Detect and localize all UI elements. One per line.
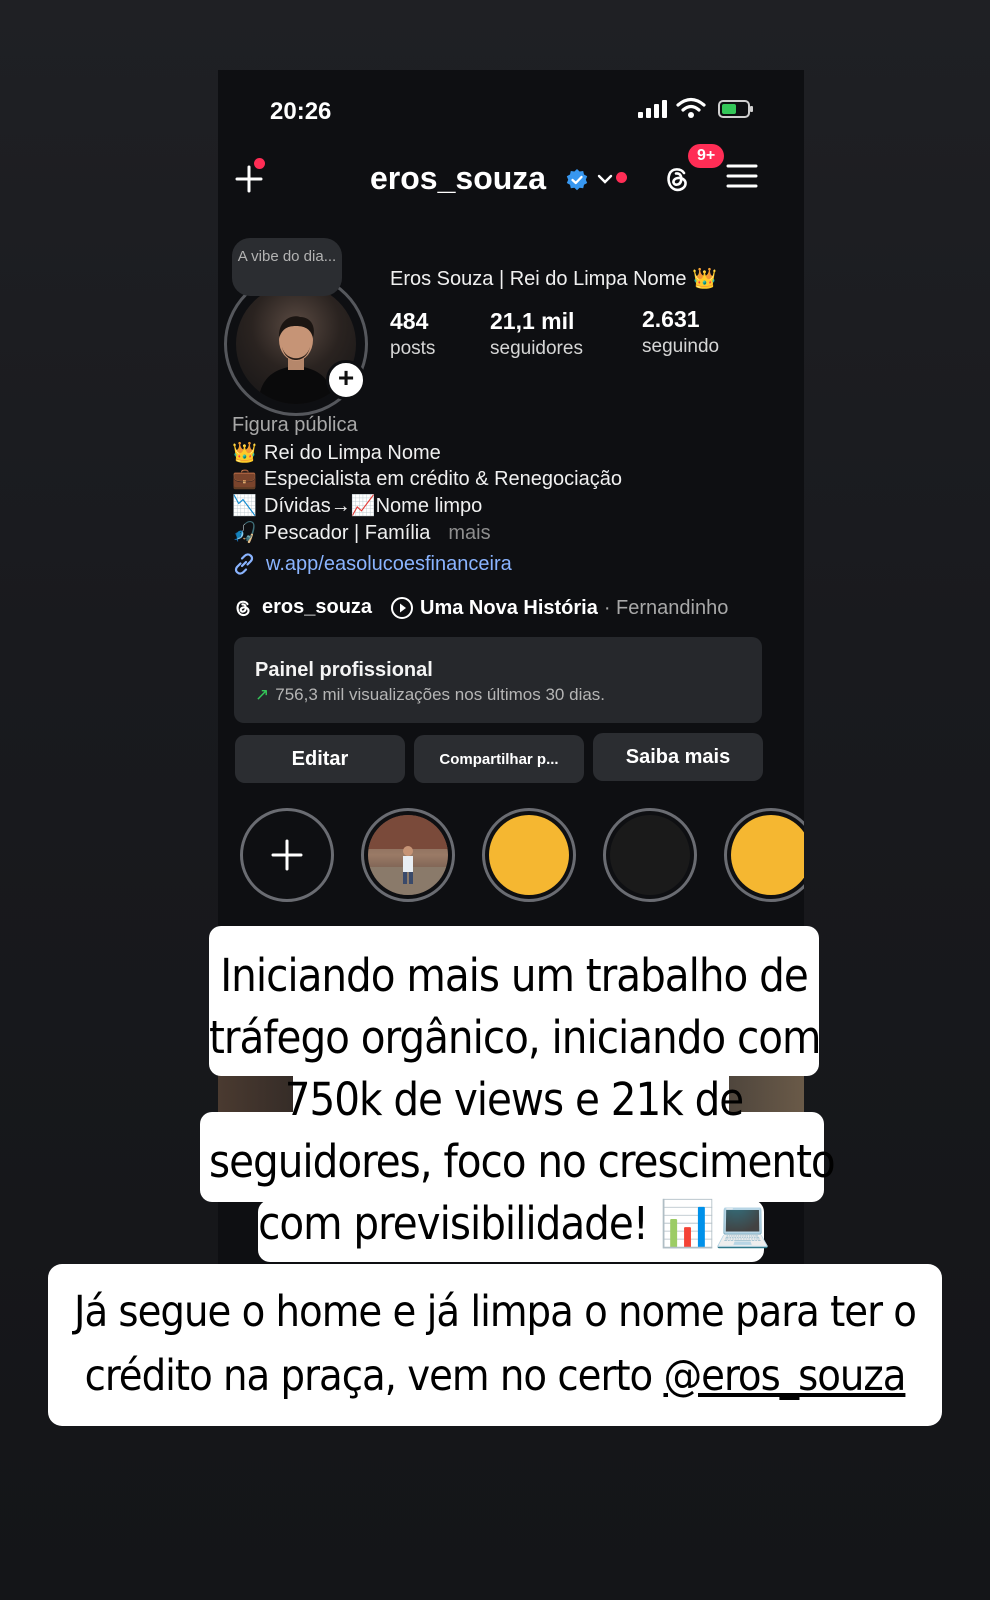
bio-text-1: Rei do Limpa Nome: [264, 442, 441, 464]
plus-icon: [271, 839, 303, 871]
bio-text-3: Dívidas→📈Nome limpo: [264, 495, 483, 517]
stat-followers[interactable]: 21,1 mil seguidores: [490, 308, 583, 360]
edit-profile-button[interactable]: Editar: [235, 735, 405, 783]
profile-music[interactable]: Uma Nova História · Fernandinho: [390, 596, 728, 620]
create-notification-dot: [254, 158, 265, 169]
panel-subtitle: ↗ 756,3 mil visualizações nos últimos 30 …: [255, 685, 605, 705]
link-icon: [234, 553, 254, 575]
wifi-icon: [676, 97, 706, 118]
bio-more-link[interactable]: mais: [448, 522, 490, 544]
add-story-plus-icon[interactable]: +: [326, 360, 366, 400]
threads-profile-link[interactable]: eros_souza: [232, 596, 372, 619]
hamburger-menu-icon[interactable]: [726, 162, 758, 190]
bio-line-1: 👑 Rei do Limpa Nome: [232, 440, 441, 465]
learn-more-button[interactable]: Saiba mais: [593, 733, 763, 781]
caption-second-box: Já segue o home e já limpa o nome para t…: [48, 1264, 942, 1426]
song-title: Uma Nova História: [420, 596, 598, 619]
stat-following-value: 2.631: [642, 306, 700, 332]
bio-line-3: 📉 Dívidas→📈Nome limpo: [232, 493, 482, 518]
fishing-icon: 🎣: [232, 522, 257, 544]
stat-posts[interactable]: 484 posts: [390, 308, 435, 360]
chart-down-icon: 📉: [232, 495, 257, 517]
caption-line-4: seguidores, foco no crescimento: [209, 1135, 836, 1188]
briefcase-icon: 💼: [232, 468, 257, 490]
threads-handle: eros_souza: [262, 596, 373, 618]
play-circle-icon: [391, 597, 413, 619]
bio-text-4: Pescador | Família: [264, 522, 431, 544]
profile-category: Figura pública: [232, 414, 358, 436]
stat-following[interactable]: 2.631 seguindo: [642, 306, 719, 358]
profile-full-name: Eros Souza | Rei do Limpa Nome 👑: [390, 268, 717, 290]
new-highlight-button[interactable]: [240, 808, 334, 902]
song-artist: · Fernandinho: [603, 596, 729, 619]
stat-following-label: seguindo: [642, 336, 720, 357]
caption-second-line-1: Já segue o home e já limpa o nome para t…: [74, 1287, 917, 1337]
trend-up-icon: ↗: [255, 685, 270, 704]
stat-posts-label: posts: [390, 338, 436, 359]
mention-link[interactable]: @eros_souza: [663, 1351, 906, 1401]
highlight-yellow-1[interactable]: [482, 808, 576, 902]
stat-followers-value: 21,1 mil: [490, 308, 575, 334]
profile-note-bubble[interactable]: A vibe do dia...: [232, 238, 342, 296]
account-notification-dot: [616, 172, 627, 183]
highlight-yellow-2[interactable]: [724, 808, 804, 902]
stat-posts-value: 484: [390, 308, 429, 334]
caption-second-prefix: crédito na praça, vem no certo: [84, 1351, 664, 1401]
chevron-down-icon[interactable]: [596, 170, 614, 188]
crown-icon: 👑: [232, 442, 257, 464]
caption-line-2: tráfego orgânico, iniciando com: [209, 1011, 821, 1064]
verified-badge-icon: [566, 169, 588, 191]
battery-icon: [718, 100, 753, 118]
caption-line-3: 750k de views e 21k de: [284, 1073, 744, 1126]
bio-line-2: 💼 Especialista em crédito & Renegociação: [232, 466, 622, 491]
panel-title: Painel profissional: [255, 659, 433, 681]
caption-second-line-2: crédito na praça, vem no certo @eros_sou…: [48, 1344, 942, 1408]
threads-icon[interactable]: [660, 162, 694, 196]
bio-line-4: 🎣 Pescador | Família mais: [232, 520, 491, 545]
highlight-photo[interactable]: [361, 808, 455, 902]
caption-line-1: Iniciando mais um trabalho de: [220, 949, 809, 1002]
profile-username[interactable]: eros_souza: [370, 160, 546, 197]
share-profile-button[interactable]: Compartilhar p...: [414, 735, 584, 783]
caption-line-5: com previsibilidade! 📊💻: [258, 1197, 771, 1250]
stat-followers-label: seguidores: [490, 338, 583, 359]
status-time: 20:26: [270, 98, 332, 125]
panel-views-text: 756,3 mil visualizações nos últimos 30 d…: [275, 685, 606, 704]
highlight-dark[interactable]: [603, 808, 697, 902]
threads-small-icon: [236, 600, 250, 616]
profile-website-link[interactable]: w.app/easolucoesfinanceira: [232, 552, 512, 576]
signal-icon: [638, 100, 667, 118]
professional-dashboard[interactable]: Painel profissional ↗ 756,3 mil visualiza…: [234, 637, 762, 723]
notification-badge: 9+: [688, 144, 725, 168]
bio-text-2: Especialista em crédito & Renegociação: [264, 468, 622, 490]
profile-website-text: w.app/easolucoesfinanceira: [266, 552, 512, 575]
caption-first-text: Iniciando mais um trabalho de tráfego or…: [209, 945, 836, 1255]
